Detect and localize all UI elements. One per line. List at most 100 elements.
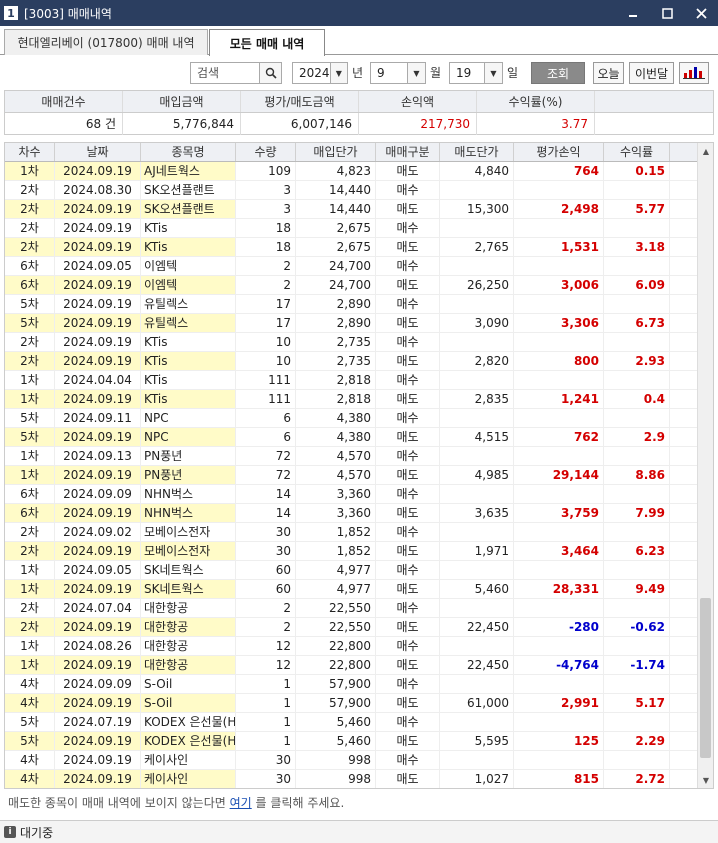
table-row[interactable]: 2차 2024.09.19 모베이스전자 30 1,852 매도 1,971 3,464 6.2… xyxy=(5,542,697,561)
cell-pl: 762 xyxy=(514,428,604,446)
table-row[interactable]: 2차 2024.09.19 KTis 18 2,675 매도 2,765 1,531 3.18 xyxy=(5,238,697,257)
month-select[interactable]: 9 ▼ xyxy=(370,62,426,84)
cell-buy-price: 1,852 xyxy=(296,542,376,560)
table-row[interactable]: 1차 2024.09.13 PN풍년 72 4,570 매수 xyxy=(5,447,697,466)
col-header-rate[interactable]: 수익률 xyxy=(604,143,670,161)
tab-all-history[interactable]: 모든 매매 내역 xyxy=(209,29,325,56)
cell-cha: 2차 xyxy=(5,618,55,636)
col-header-qty[interactable]: 수량 xyxy=(236,143,296,161)
maximize-icon[interactable] xyxy=(650,0,684,26)
search-icon[interactable] xyxy=(259,63,281,83)
vertical-scrollbar[interactable]: ▲ ▼ xyxy=(697,143,713,788)
cell-pl: 28,331 xyxy=(514,580,604,598)
day-select[interactable]: 19 ▼ xyxy=(449,62,503,84)
cell-date: 2024.09.19 xyxy=(55,314,141,332)
cell-name: 이엠텍 xyxy=(141,257,236,275)
cell-rate: 2.29 xyxy=(604,732,670,750)
cell-buy-price: 14,440 xyxy=(296,181,376,199)
chevron-down-icon[interactable]: ▼ xyxy=(484,63,502,83)
query-button[interactable]: 조회 xyxy=(531,62,585,84)
cell-cha: 6차 xyxy=(5,276,55,294)
table-row[interactable]: 2차 2024.09.19 KTis 10 2,735 매도 2,820 800 2.93 xyxy=(5,352,697,371)
eval-amount: 6,007,146 xyxy=(241,113,359,135)
table-row[interactable]: 1차 2024.04.04 KTis 111 2,818 매수 xyxy=(5,371,697,390)
month-label: 월 xyxy=(430,66,442,80)
year-select[interactable]: 2024 ▼ xyxy=(292,62,348,84)
table-row[interactable]: 4차 2024.09.19 케이사인 30 998 매수 xyxy=(5,751,697,770)
cell-sell-price: 3,090 xyxy=(440,314,514,332)
table-row[interactable]: 6차 2024.09.19 이엠텍 2 24,700 매도 26,250 3,006 6.09 xyxy=(5,276,697,295)
chart-button[interactable] xyxy=(679,62,709,84)
cell-date: 2024.09.19 xyxy=(55,580,141,598)
col-header-date[interactable]: 날짜 xyxy=(55,143,141,161)
tab-stock-history[interactable]: 현대엘리베이 (017800) 매매 내역 xyxy=(4,29,208,55)
close-icon[interactable] xyxy=(684,0,718,26)
col-header-pl[interactable]: 평가손익 xyxy=(514,143,604,161)
cell-buy-price: 4,380 xyxy=(296,409,376,427)
trade-table[interactable]: 차수 날짜 종목명 수량 매입단가 매매구분 매도단가 평가손익 수익률 1차 2… xyxy=(4,142,714,789)
table-row[interactable]: 1차 2024.09.19 AJ네트웍스 109 4,823 매도 4,840 764 0.15 xyxy=(5,162,697,181)
table-row[interactable]: 2차 2024.09.19 대한항공 2 22,550 매도 22,450 -280 -0.62 xyxy=(5,618,697,637)
table-row[interactable]: 1차 2024.09.19 대한항공 12 22,800 매도 22,450 -4,764 -1… xyxy=(5,656,697,675)
scroll-thumb[interactable] xyxy=(700,598,711,758)
table-row[interactable]: 2차 2024.09.19 SK오션플랜트 3 14,440 매도 15,300 2,498 5… xyxy=(5,200,697,219)
cell-buy-price: 57,900 xyxy=(296,694,376,712)
table-row[interactable]: 5차 2024.09.19 유틸렉스 17 2,890 매도 3,090 3,306 6.73 xyxy=(5,314,697,333)
cell-qty: 10 xyxy=(236,352,296,370)
cell-pl xyxy=(514,751,604,769)
search-input[interactable]: 검색 xyxy=(190,62,282,84)
col-header-name[interactable]: 종목명 xyxy=(141,143,236,161)
cell-qty: 2 xyxy=(236,599,296,617)
table-row[interactable]: 2차 2024.08.30 SK오션플랜트 3 14,440 매수 xyxy=(5,181,697,200)
summary-header-profit: 손익액 xyxy=(359,91,477,112)
cell-name: KTis xyxy=(141,238,236,256)
chevron-down-icon[interactable]: ▼ xyxy=(329,63,347,83)
table-row[interactable]: 5차 2024.09.19 유틸렉스 17 2,890 매수 xyxy=(5,295,697,314)
table-row[interactable]: 1차 2024.09.19 KTis 111 2,818 매도 2,835 1,241 0.4 xyxy=(5,390,697,409)
cell-qty: 1 xyxy=(236,732,296,750)
cell-type: 매도 xyxy=(376,504,440,522)
notice-link[interactable]: 여기 xyxy=(230,796,252,810)
col-header-type[interactable]: 매매구분 xyxy=(376,143,440,161)
this-month-button[interactable]: 이번달 xyxy=(629,62,674,84)
table-row[interactable]: 4차 2024.09.09 S-Oil 1 57,900 매수 xyxy=(5,675,697,694)
table-row[interactable]: 2차 2024.09.02 모베이스전자 30 1,852 매수 xyxy=(5,523,697,542)
cell-qty: 2 xyxy=(236,618,296,636)
cell-pad xyxy=(670,371,697,389)
col-header-sell-price[interactable]: 매도단가 xyxy=(440,143,514,161)
cell-rate xyxy=(604,599,670,617)
table-row[interactable]: 1차 2024.09.19 SK네트웍스 60 4,977 매도 5,460 28,331 9.… xyxy=(5,580,697,599)
summary-values: 68 건 5,776,844 6,007,146 217,730 3.77 xyxy=(5,113,713,135)
today-button[interactable]: 오늘 xyxy=(593,62,624,84)
table-row[interactable]: 6차 2024.09.05 이엠텍 2 24,700 매수 xyxy=(5,257,697,276)
table-row[interactable]: 6차 2024.09.19 NHN벅스 14 3,360 매도 3,635 3,759 7.99 xyxy=(5,504,697,523)
table-row[interactable]: 1차 2024.08.26 대한항공 12 22,800 매수 xyxy=(5,637,697,656)
status-text: 대기중 xyxy=(20,825,54,840)
col-header-cha[interactable]: 차수 xyxy=(5,143,55,161)
cell-name: 케이사인 xyxy=(141,751,236,769)
table-row[interactable]: 1차 2024.09.19 PN풍년 72 4,570 매도 4,985 29,144 8.86 xyxy=(5,466,697,485)
cell-cha: 1차 xyxy=(5,656,55,674)
table-row[interactable]: 5차 2024.07.19 KODEX 은선물(H) 1 5,460 매수 xyxy=(5,713,697,732)
col-header-buy-price[interactable]: 매입단가 xyxy=(296,143,376,161)
table-row[interactable]: 1차 2024.09.05 SK네트웍스 60 4,977 매수 xyxy=(5,561,697,580)
minimize-icon[interactable] xyxy=(616,0,650,26)
table-row[interactable]: 5차 2024.09.11 NPC 6 4,380 매수 xyxy=(5,409,697,428)
table-row[interactable]: 2차 2024.07.04 대한항공 2 22,550 매수 xyxy=(5,599,697,618)
table-row[interactable]: 6차 2024.09.09 NHN벅스 14 3,360 매수 xyxy=(5,485,697,504)
cell-type: 매도 xyxy=(376,162,440,180)
table-row[interactable]: 5차 2024.09.19 KODEX 은선물(H) 1 5,460 매도 5,595 125… xyxy=(5,732,697,751)
table-row[interactable]: 4차 2024.09.19 S-Oil 1 57,900 매도 61,000 2,991 5.1… xyxy=(5,694,697,713)
window-controls xyxy=(616,0,718,26)
scroll-down-icon[interactable]: ▼ xyxy=(698,772,713,788)
scroll-up-icon[interactable]: ▲ xyxy=(698,143,713,159)
chevron-down-icon[interactable]: ▼ xyxy=(407,63,425,83)
table-row[interactable]: 2차 2024.09.19 KTis 10 2,735 매수 xyxy=(5,333,697,352)
table-row[interactable]: 2차 2024.09.19 KTis 18 2,675 매수 xyxy=(5,219,697,238)
cell-pl: 3,306 xyxy=(514,314,604,332)
cell-pl: 3,759 xyxy=(514,504,604,522)
cell-rate: 6.09 xyxy=(604,276,670,294)
table-row[interactable]: 5차 2024.09.19 NPC 6 4,380 매도 4,515 762 2.9 xyxy=(5,428,697,447)
cell-sell-price: 4,840 xyxy=(440,162,514,180)
table-row[interactable]: 4차 2024.09.19 케이사인 30 998 매도 1,027 815 2.72 xyxy=(5,770,697,788)
